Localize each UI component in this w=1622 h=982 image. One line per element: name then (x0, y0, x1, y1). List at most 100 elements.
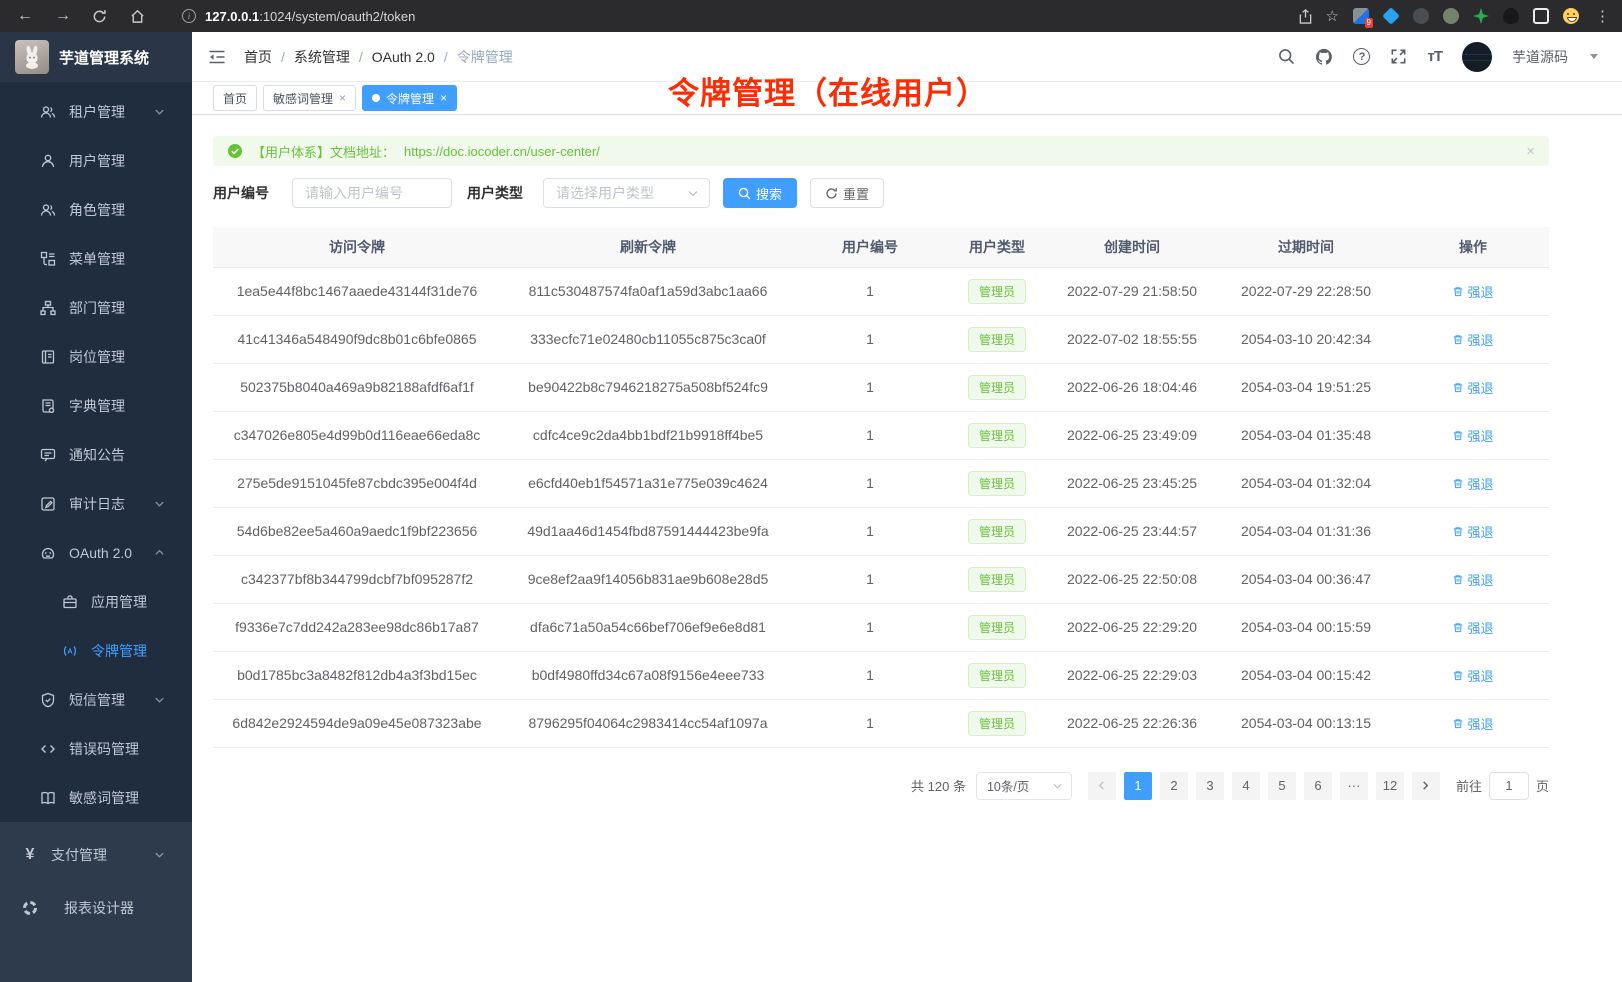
avatar[interactable] (1462, 42, 1492, 72)
sidebar-item-oauth-token[interactable]: A 令牌管理 (0, 626, 192, 675)
sidebar-item-pay[interactable]: ¥ 支付管理 (0, 828, 192, 881)
chevron-up-icon (154, 547, 178, 558)
browser-home-icon[interactable] (130, 9, 148, 24)
close-icon[interactable]: × (339, 91, 346, 105)
extension-square-icon[interactable] (1533, 8, 1549, 24)
sidebar-item-dict[interactable]: 字典管理 (0, 381, 192, 430)
sidebar-item-menu[interactable]: 菜单管理 (0, 234, 192, 283)
sidebar-item-sms[interactable]: 短信管理 (0, 675, 192, 724)
trash-icon (1452, 573, 1464, 586)
force-logout-button[interactable]: 强退 (1452, 618, 1493, 637)
sidebar-item-tenant[interactable]: 租户管理 (0, 87, 192, 136)
sidebar-item-errcode[interactable]: 错误码管理 (0, 724, 192, 773)
force-logout-button[interactable]: 强退 (1452, 714, 1493, 733)
page-button-4[interactable]: 4 (1232, 772, 1260, 800)
extension-dark-icon[interactable] (1413, 8, 1429, 24)
collapse-sidebar-icon[interactable] (208, 49, 226, 65)
browser-forward-icon[interactable]: → (54, 7, 72, 25)
tab-sensitive-words[interactable]: 敏感词管理 × (263, 85, 356, 111)
force-logout-button[interactable]: 强退 (1452, 570, 1493, 589)
user-id-label: 用户编号 (213, 183, 269, 203)
username[interactable]: 芋道源码 (1512, 47, 1568, 67)
browser-chrome: ← → i 127.0.0.1:1024/system/oauth2/token… (0, 0, 1622, 32)
sidebar-item-report-designer[interactable]: 报表设计器 (0, 881, 192, 934)
page-button-2[interactable]: 2 (1160, 772, 1188, 800)
url-host: 127.0.0.1 (205, 9, 259, 24)
reset-button[interactable]: 重置 (810, 178, 884, 208)
breadcrumb: 首页 / 系统管理 / OAuth 2.0 / 令牌管理 (244, 47, 513, 67)
robot-icon (40, 545, 56, 561)
app-logo[interactable]: 芋道管理系统 (0, 32, 192, 82)
page-button-12[interactable]: 12 (1376, 772, 1404, 800)
extension-gem-icon[interactable] (1382, 7, 1400, 25)
sidebar-item-oauth[interactable]: OAuth 2.0 (0, 528, 192, 577)
search-button[interactable]: 搜索 (723, 178, 797, 208)
user-type-select[interactable]: 请选择用户类型 (543, 178, 710, 208)
page-ellipsis[interactable]: ··· (1340, 772, 1368, 800)
force-logout-button[interactable]: 强退 (1452, 378, 1493, 397)
address-bar[interactable]: i 127.0.0.1:1024/system/oauth2/token (182, 9, 415, 24)
tab-home[interactable]: 首页 (213, 85, 257, 111)
next-page-button[interactable] (1412, 772, 1440, 800)
roles-icon (40, 202, 56, 218)
share-icon[interactable] (1299, 9, 1312, 24)
col-refresh-token: 刷新令牌 (501, 227, 795, 267)
browser-back-icon[interactable]: ← (16, 7, 34, 25)
table-header-row: 访问令牌 刷新令牌 用户编号 用户类型 创建时间 过期时间 操作 (213, 227, 1549, 267)
browser-reload-icon[interactable] (92, 9, 110, 24)
breadcrumb-home[interactable]: 首页 (244, 47, 272, 67)
sidebar-item-notice[interactable]: 通知公告 (0, 430, 192, 479)
col-user-type: 用户类型 (945, 227, 1049, 267)
user-type-badge: 管理员 (968, 423, 1026, 448)
close-icon[interactable]: × (440, 91, 447, 105)
chevron-down-icon (154, 849, 178, 860)
force-logout-button[interactable]: 强退 (1452, 666, 1493, 685)
user-type-badge: 管理员 (968, 711, 1026, 736)
user-id-input[interactable] (292, 178, 452, 208)
breadcrumb-system[interactable]: 系统管理 (294, 47, 350, 67)
github-icon[interactable] (1315, 48, 1333, 66)
force-logout-button[interactable]: 强退 (1452, 330, 1493, 349)
prev-page-button[interactable] (1088, 772, 1116, 800)
force-logout-button[interactable]: 强退 (1452, 426, 1493, 445)
shield-check-icon (40, 692, 56, 708)
font-size-icon[interactable]: тT (1427, 48, 1442, 65)
sidebar-item-user[interactable]: 用户管理 (0, 136, 192, 185)
main-area: 令牌管理（在线用户） 首页 / 系统管理 / OAuth 2.0 / 令牌管理 (192, 32, 1622, 982)
refresh-icon (825, 187, 838, 200)
help-icon[interactable]: ? (1353, 48, 1370, 65)
force-logout-button[interactable]: 强退 (1452, 474, 1493, 493)
doc-link[interactable]: https://doc.iocoder.cn/user-center/ (404, 144, 600, 159)
page-button-6[interactable]: 6 (1304, 772, 1332, 800)
bookmark-star-icon[interactable]: ☆ (1326, 7, 1339, 25)
sidebar-item-audit[interactable]: 审计日志 (0, 479, 192, 528)
fullscreen-icon[interactable] (1390, 48, 1407, 65)
sidebar-item-dept[interactable]: 部门管理 (0, 283, 192, 332)
tab-token-management[interactable]: 令牌管理 × (362, 85, 457, 111)
force-logout-button[interactable]: 强退 (1452, 522, 1493, 541)
sidebar-item-role[interactable]: 角色管理 (0, 185, 192, 234)
site-info-icon[interactable]: i (182, 9, 196, 23)
search-icon[interactable] (1278, 48, 1295, 65)
sidebar-item-post[interactable]: 岗位管理 (0, 332, 192, 381)
goto-page-input[interactable] (1489, 772, 1529, 800)
profile-emoji-icon[interactable] (1563, 8, 1579, 24)
extension-olive-icon[interactable] (1443, 8, 1459, 24)
extension-pin-icon[interactable] (1503, 8, 1519, 24)
browser-menu-icon[interactable]: ⋮ (1593, 7, 1610, 25)
breadcrumb-oauth[interactable]: OAuth 2.0 (372, 49, 435, 65)
alert-close-icon[interactable]: × (1526, 143, 1535, 160)
page-size-select[interactable]: 10条/页 (976, 772, 1072, 800)
page-button-1[interactable]: 1 (1124, 772, 1152, 800)
extension-meet-icon[interactable]: 9 (1353, 8, 1369, 24)
force-logout-button[interactable]: 强退 (1452, 282, 1493, 301)
token-signal-icon: A (62, 643, 78, 659)
sidebar-item-sensitive[interactable]: 敏感词管理 (0, 773, 192, 822)
extension-star-icon[interactable] (1473, 8, 1489, 24)
page-button-3[interactable]: 3 (1196, 772, 1224, 800)
caret-down-icon[interactable] (1590, 54, 1598, 59)
sidebar-item-oauth-app[interactable]: 应用管理 (0, 577, 192, 626)
page-button-5[interactable]: 5 (1268, 772, 1296, 800)
briefcase-icon (62, 594, 78, 610)
success-check-icon (227, 143, 243, 159)
